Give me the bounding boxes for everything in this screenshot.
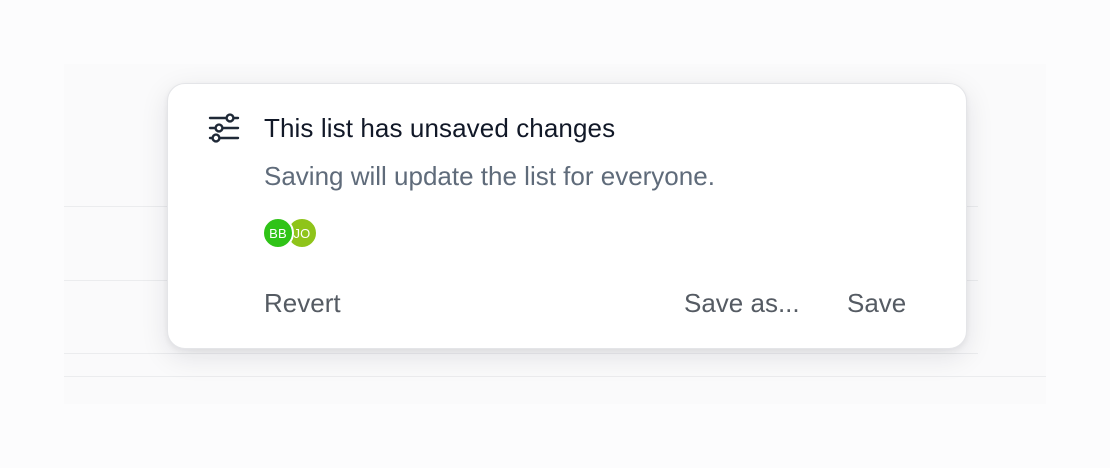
sliders-icon (208, 113, 240, 143)
revert-button[interactable]: Revert (264, 288, 341, 319)
row-divider (64, 376, 1046, 377)
row-divider (64, 353, 978, 354)
save-button[interactable]: Save (847, 288, 906, 319)
popover-title: This list has unsaved changes (264, 113, 616, 143)
save-as-button[interactable]: Save as... (684, 288, 800, 319)
avatar-group: BB JO (262, 217, 334, 249)
unsaved-changes-popover: This list has unsaved changes Saving wil… (167, 83, 967, 349)
popover-subtitle: Saving will update the list for everyone… (264, 161, 715, 191)
avatar: BB (262, 217, 294, 249)
